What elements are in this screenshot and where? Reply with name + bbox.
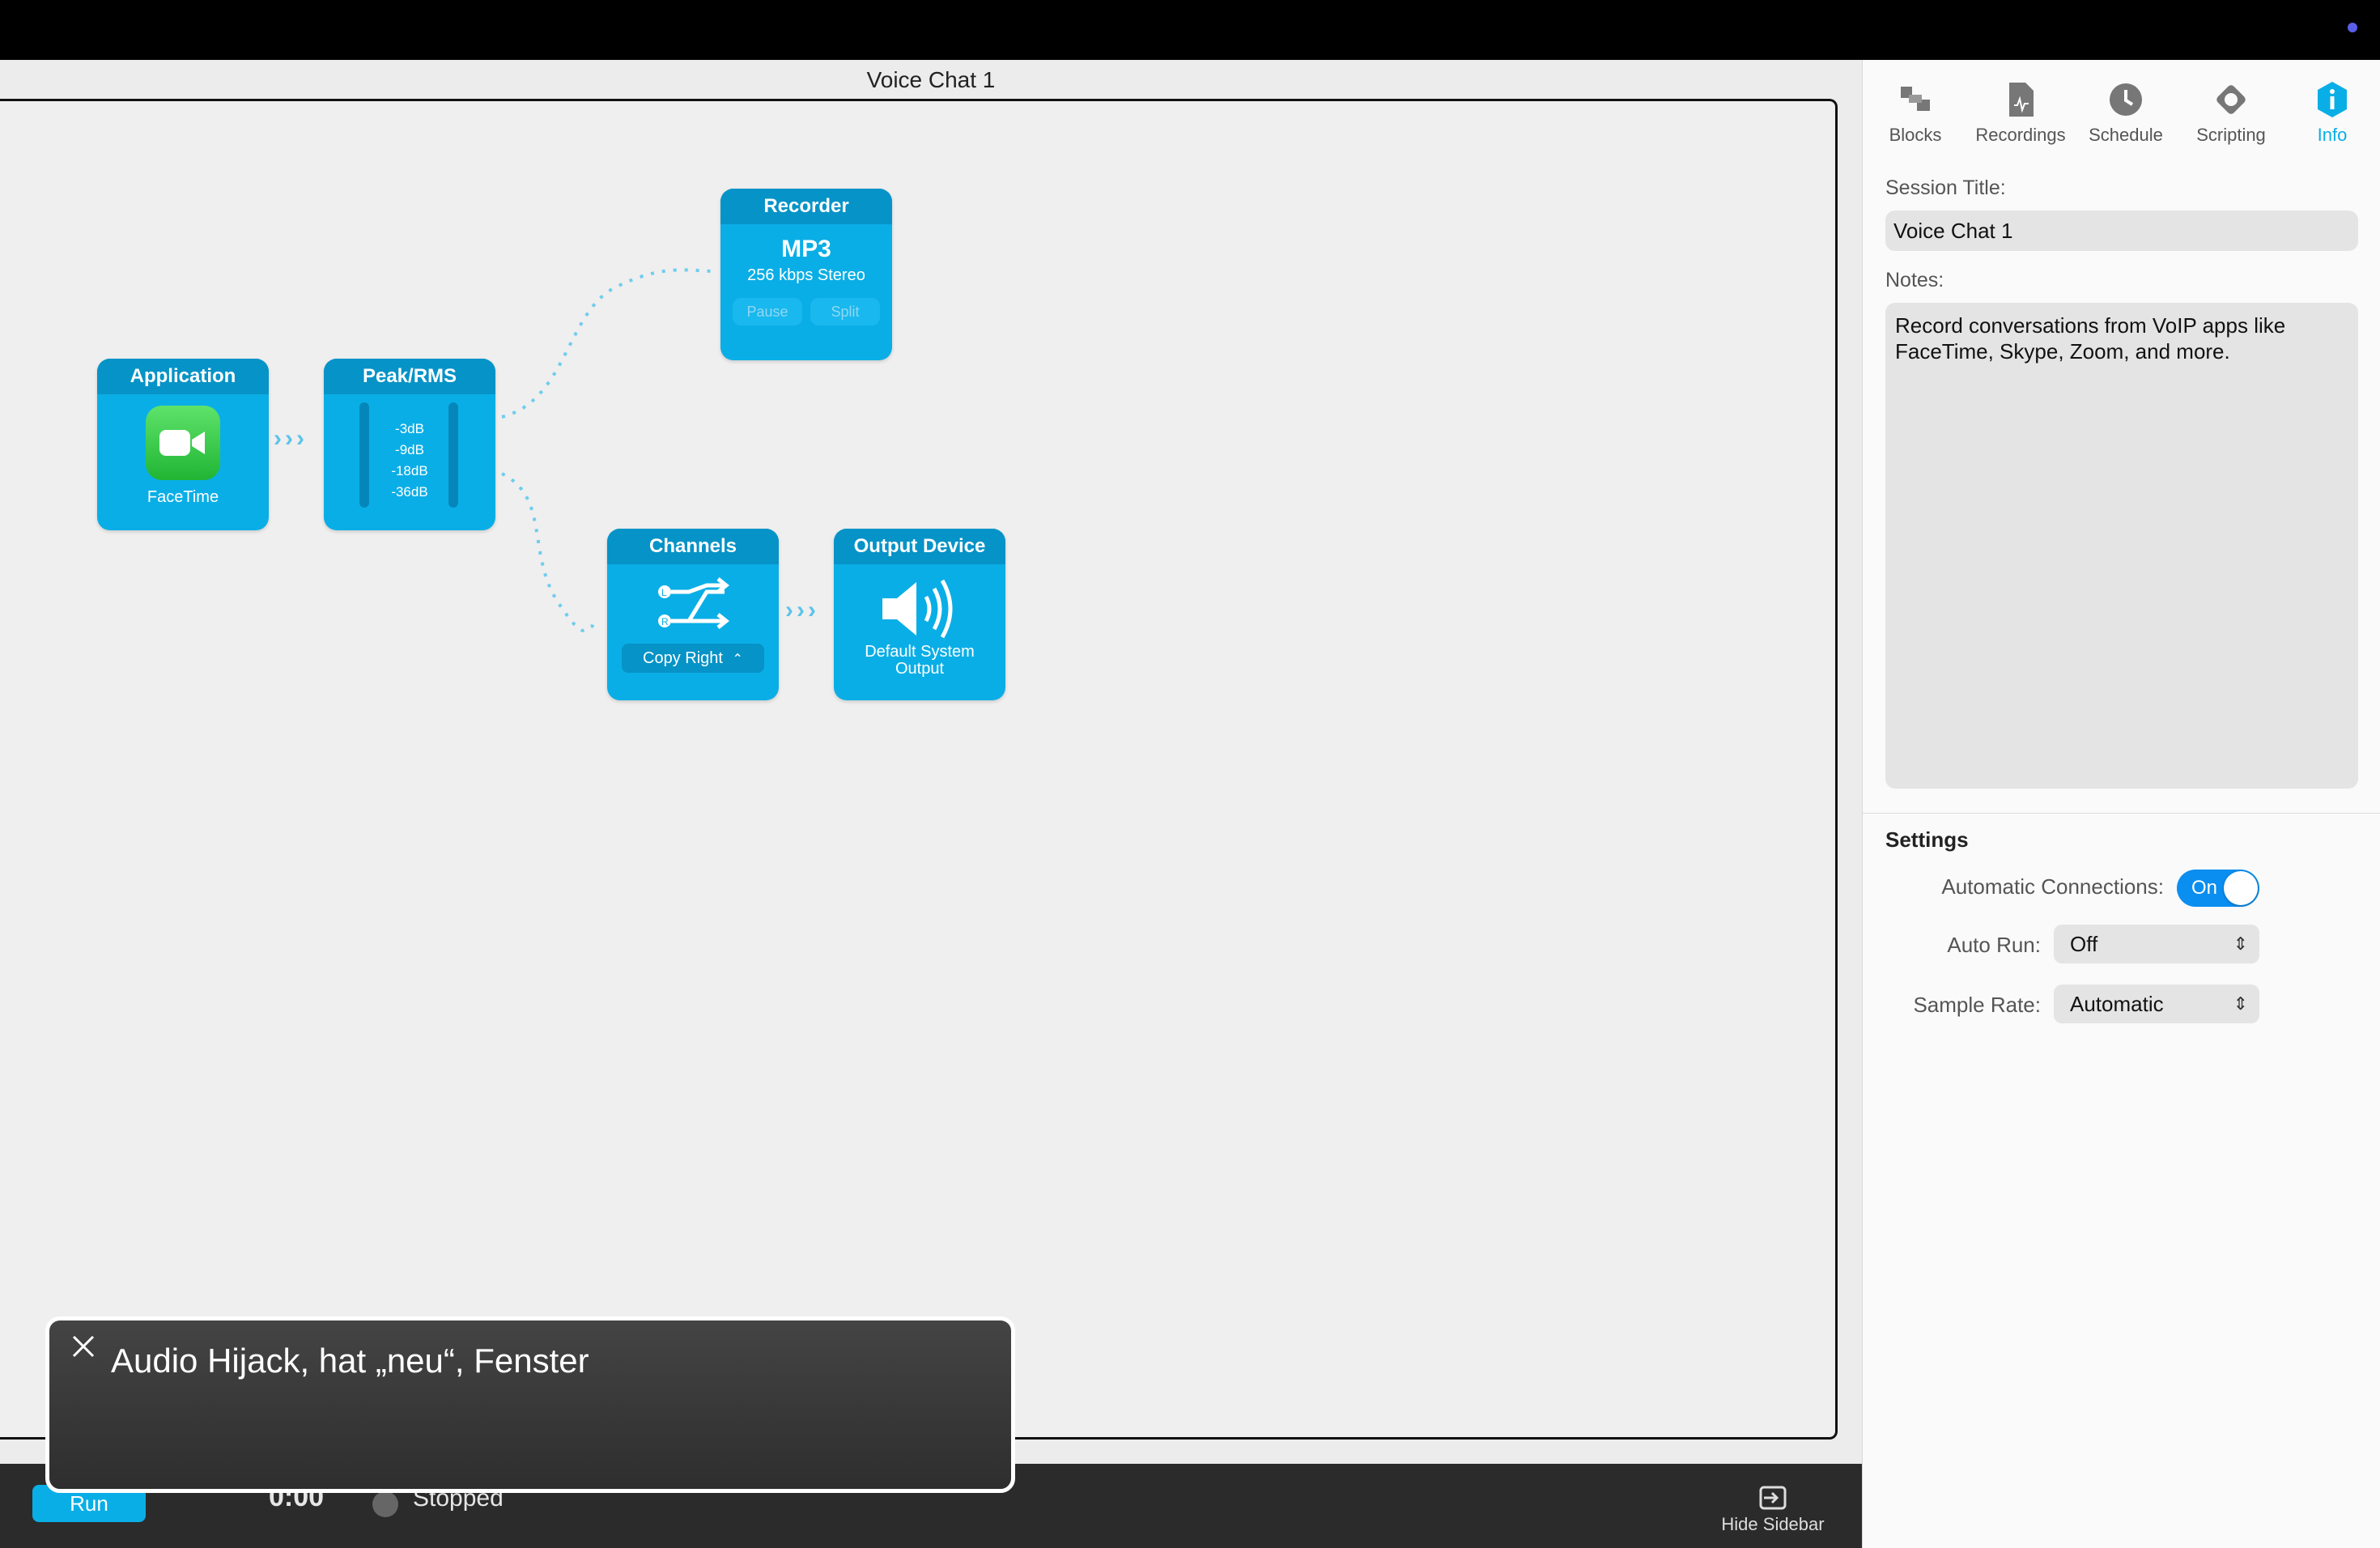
auto-run-popup[interactable]: Off ⇕ <box>2054 925 2259 963</box>
connection-wires <box>501 268 717 632</box>
channels-block[interactable]: Channels L R Copy Right ⌃ <box>607 529 779 700</box>
app-name: FaceTime <box>147 488 219 506</box>
output-device-line2: Output <box>895 660 945 678</box>
level-mark: -3dB <box>395 421 424 436</box>
output-device-name: Default System Output <box>834 644 1005 678</box>
level-mark: -36dB <box>391 484 428 500</box>
recorder-format: MP3 <box>781 236 831 262</box>
tab-info[interactable]: Info <box>2284 74 2380 146</box>
recorder-block[interactable]: Recorder MP3 256 kbps Stereo Pause Split <box>720 189 892 360</box>
block-title: Recorder <box>720 189 892 224</box>
close-icon[interactable] <box>70 1333 96 1363</box>
automatic-connections-toggle[interactable]: On <box>2177 870 2259 907</box>
application-block[interactable]: Application FaceTime <box>97 359 269 530</box>
chevron-updown-icon: ⇕ <box>2233 993 2248 1014</box>
auto-run-value: Off <box>2070 932 2098 956</box>
sidebar-tabs: Blocks Recordings Schedule Scripting Inf… <box>1863 74 2380 164</box>
output-device-block[interactable]: Output Device Default System Output <box>834 529 1005 700</box>
sample-rate-value: Automatic <box>2070 992 2164 1016</box>
sidebar-toggle-icon <box>1700 1482 1846 1514</box>
block-title: Output Device <box>834 529 1005 564</box>
tab-recordings[interactable]: Recordings <box>1968 74 2073 146</box>
block-title: Application <box>97 359 269 394</box>
block-title: Peak/RMS <box>324 359 495 394</box>
block-title: Channels <box>607 529 779 564</box>
window-title: Voice Chat 1 <box>866 67 996 92</box>
toggle-state: On <box>2191 877 2218 899</box>
tab-scripting[interactable]: Scripting <box>2178 74 2284 146</box>
channels-mode-value: Copy Right <box>643 649 723 667</box>
hide-sidebar-label: Hide Sidebar <box>1721 1514 1825 1534</box>
recordings-icon <box>1968 74 2073 125</box>
speaker-icon <box>834 577 1005 640</box>
automatic-connections-label: Automatic Connections: <box>1941 874 2164 899</box>
voiceover-caption-text: Audio Hijack, hat „neu“, Fenster <box>111 1342 589 1380</box>
tab-label: Scripting <box>2196 125 2266 145</box>
chevron-updown-icon: ⇕ <box>2233 933 2248 954</box>
level-meter: -3dB -9dB -18dB -36dB <box>324 394 495 516</box>
channels-icon: L R <box>607 577 779 637</box>
svg-text:L: L <box>661 587 667 598</box>
sidebar: Blocks Recordings Schedule Scripting Inf… <box>1862 60 2380 1548</box>
level-mark: -9dB <box>395 442 424 457</box>
peak-rms-block[interactable]: Peak/RMS -3dB -9dB -18dB -36dB <box>324 359 495 530</box>
notes-textarea[interactable]: Record conversations from VoIP apps like… <box>1885 303 2358 789</box>
tab-schedule[interactable]: Schedule <box>2073 74 2178 146</box>
split-button[interactable]: Split <box>810 298 880 325</box>
info-icon <box>2284 74 2380 125</box>
blocks-icon <box>1863 74 1968 125</box>
connection-arrows: ››› <box>785 597 819 623</box>
menu-bar <box>0 0 2380 60</box>
notes-label: Notes: <box>1885 269 1944 291</box>
tab-label: Recordings <box>1975 125 2066 145</box>
session-title-field[interactable]: Voice Chat 1 <box>1885 211 2358 251</box>
voiceover-caption-panel: Audio Hijack, hat „neu“, Fenster <box>45 1316 1015 1493</box>
menubar-status-dot <box>2348 23 2357 32</box>
auto-run-label: Auto Run: <box>1947 933 2041 957</box>
scripting-icon <box>2178 74 2284 125</box>
toggle-knob <box>2224 871 2258 905</box>
pipeline-canvas[interactable]: ››› ››› Application FaceTime Peak/RMS -3… <box>0 99 1838 1440</box>
connection-arrows: ››› <box>274 425 308 452</box>
tab-label: Schedule <box>2089 125 2163 145</box>
clock-icon <box>2073 74 2178 125</box>
hide-sidebar-button[interactable]: Hide Sidebar <box>1700 1482 1846 1535</box>
session-title-label: Session Title: <box>1885 176 2006 199</box>
chevron-updown-icon: ⌃ <box>732 653 743 666</box>
tab-label: Info <box>2317 125 2348 145</box>
tab-blocks[interactable]: Blocks <box>1863 74 1968 146</box>
status-indicator <box>372 1491 398 1517</box>
divider <box>1863 813 2380 814</box>
svg-text:R: R <box>661 616 669 627</box>
settings-heading: Settings <box>1885 827 1969 852</box>
tab-label: Blocks <box>1889 125 1942 145</box>
recorder-quality: 256 kbps Stereo <box>747 266 865 284</box>
output-device-line1: Default System <box>865 643 975 661</box>
sample-rate-popup[interactable]: Automatic ⇕ <box>2054 985 2259 1023</box>
channels-mode-popup[interactable]: Copy Right ⌃ <box>622 644 764 673</box>
facetime-app-icon <box>146 406 220 480</box>
level-mark: -18dB <box>391 463 428 478</box>
pause-button[interactable]: Pause <box>733 298 802 325</box>
sample-rate-label: Sample Rate: <box>1913 993 2041 1017</box>
